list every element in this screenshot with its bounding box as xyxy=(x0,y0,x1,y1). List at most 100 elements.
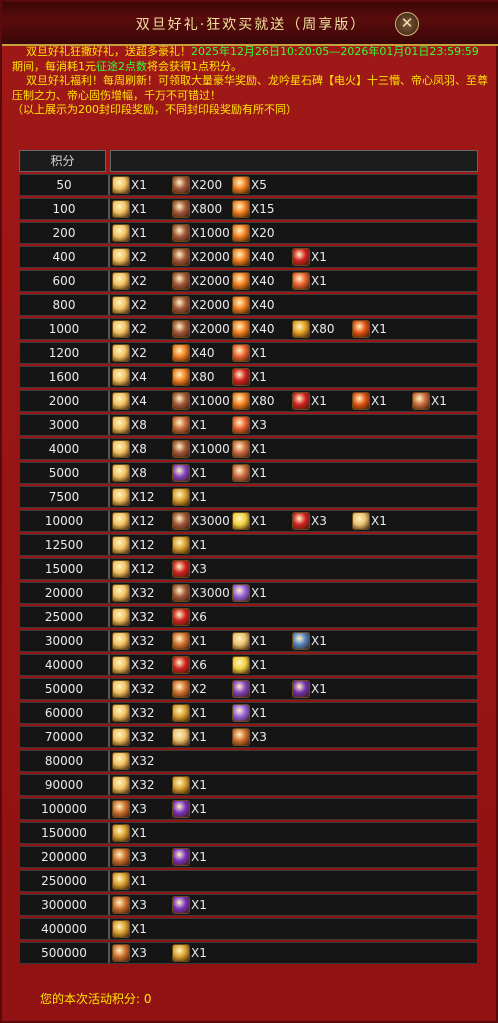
reward-item[interactable]: X1 xyxy=(232,656,267,674)
reward-item[interactable]: X3 xyxy=(112,944,147,962)
reward-item[interactable]: X3 xyxy=(112,848,147,866)
reward-item[interactable]: X6 xyxy=(172,656,207,674)
reward-item[interactable]: X80 xyxy=(172,368,215,386)
reward-item[interactable]: X2 xyxy=(112,296,147,314)
reward-item[interactable]: X2 xyxy=(172,680,207,698)
reward-item[interactable]: X20 xyxy=(232,224,275,242)
reward-item[interactable]: X32 xyxy=(112,704,155,722)
reward-item[interactable]: X1 xyxy=(352,320,387,338)
reward-item[interactable]: X2 xyxy=(112,272,147,290)
reward-item[interactable]: X1 xyxy=(232,680,267,698)
reward-item[interactable]: X1 xyxy=(172,632,207,650)
reward-item[interactable]: X3 xyxy=(232,728,267,746)
reward-item[interactable]: X1 xyxy=(232,512,267,530)
reward-item[interactable]: X1 xyxy=(172,776,207,794)
reward-item[interactable]: X1 xyxy=(292,272,327,290)
reward-item[interactable]: X200 xyxy=(172,176,222,194)
reward-item[interactable]: X1 xyxy=(232,344,267,362)
reward-item[interactable]: X1 xyxy=(232,440,267,458)
reward-item[interactable]: X2000 xyxy=(172,296,230,314)
close-button[interactable]: ✕ xyxy=(395,12,419,36)
reward-item[interactable]: X1 xyxy=(172,800,207,818)
reward-item[interactable]: X1 xyxy=(172,416,207,434)
reward-item[interactable]: X1 xyxy=(112,176,147,194)
reward-item[interactable]: X2000 xyxy=(172,248,230,266)
reward-item[interactable]: X32 xyxy=(112,584,155,602)
score-value: 0 xyxy=(143,992,152,1006)
reward-item[interactable]: X1 xyxy=(112,200,147,218)
reward-item[interactable]: X1 xyxy=(232,584,267,602)
reward-item[interactable]: X1 xyxy=(232,464,267,482)
reward-item[interactable]: X1000 xyxy=(172,440,230,458)
reward-item[interactable]: X1 xyxy=(172,536,207,554)
reward-item[interactable]: X1 xyxy=(172,848,207,866)
reward-item[interactable]: X2 xyxy=(112,248,147,266)
reward-item[interactable]: X1 xyxy=(292,632,327,650)
reward-item[interactable]: X2 xyxy=(112,344,147,362)
reward-item[interactable]: X8 xyxy=(112,416,147,434)
reward-item[interactable]: X1 xyxy=(112,824,147,842)
reward-item[interactable]: X1 xyxy=(232,368,267,386)
reward-item[interactable]: X1 xyxy=(412,392,447,410)
reward-item[interactable]: X12 xyxy=(112,536,155,554)
reward-item[interactable]: X1000 xyxy=(172,224,230,242)
reward-item[interactable]: X1 xyxy=(172,704,207,722)
reward-item[interactable]: X2 xyxy=(112,320,147,338)
reward-item[interactable]: X3000 xyxy=(172,512,230,530)
reward-item[interactable]: X12 xyxy=(112,560,155,578)
ticket-icon xyxy=(112,776,130,794)
reward-item[interactable]: X32 xyxy=(112,728,155,746)
reward-item[interactable]: X12 xyxy=(112,512,155,530)
reward-item[interactable]: X1 xyxy=(172,464,207,482)
reward-item[interactable]: X1 xyxy=(292,248,327,266)
reward-item[interactable]: X1 xyxy=(352,512,387,530)
reward-item[interactable]: X1 xyxy=(112,872,147,890)
reward-item[interactable]: X4 xyxy=(112,368,147,386)
reward-item[interactable]: X40 xyxy=(232,320,275,338)
reward-item[interactable]: X1 xyxy=(292,392,327,410)
reward-item[interactable]: X12 xyxy=(112,488,155,506)
reward-item[interactable]: X1 xyxy=(232,632,267,650)
sparkle-icon xyxy=(232,656,250,674)
reward-item[interactable]: X32 xyxy=(112,632,155,650)
reward-item[interactable]: X32 xyxy=(112,752,155,770)
reward-item[interactable]: X3 xyxy=(232,416,267,434)
reward-item[interactable]: X3000 xyxy=(172,584,230,602)
reward-item[interactable]: X80 xyxy=(232,392,275,410)
reward-item[interactable]: X1 xyxy=(172,488,207,506)
reward-item[interactable]: X1 xyxy=(112,920,147,938)
reward-item[interactable]: X1 xyxy=(172,896,207,914)
reward-table: 积分 50 X1 X200 X5 100 X1 X800 X15 200 X1 X1000 X20 40… xyxy=(19,150,478,966)
reward-item[interactable]: X15 xyxy=(232,200,275,218)
reward-item[interactable]: X32 xyxy=(112,776,155,794)
reward-item[interactable]: X6 xyxy=(172,608,207,626)
reward-item[interactable]: X1 xyxy=(172,944,207,962)
reward-item[interactable]: X32 xyxy=(112,680,155,698)
reward-item[interactable]: X4 xyxy=(112,392,147,410)
reward-item[interactable]: X1 xyxy=(232,704,267,722)
reward-item[interactable]: X32 xyxy=(112,656,155,674)
reward-item[interactable]: X40 xyxy=(172,344,215,362)
reward-item[interactable]: X1 xyxy=(352,392,387,410)
reward-item[interactable]: X3 xyxy=(112,800,147,818)
reward-item[interactable]: X2000 xyxy=(172,320,230,338)
reward-item[interactable]: X1000 xyxy=(172,392,230,410)
ticket-icon xyxy=(112,584,130,602)
reward-item[interactable]: X8 xyxy=(112,464,147,482)
reward-item[interactable]: X5 xyxy=(232,176,267,194)
reward-item[interactable]: X2000 xyxy=(172,272,230,290)
reward-item[interactable]: X1 xyxy=(172,728,207,746)
reward-item[interactable]: X40 xyxy=(232,272,275,290)
reward-item[interactable]: X3 xyxy=(172,560,207,578)
reward-item[interactable]: X3 xyxy=(292,512,327,530)
reward-item[interactable]: X40 xyxy=(232,296,275,314)
reward-item[interactable]: X40 xyxy=(232,248,275,266)
reward-item[interactable]: X3 xyxy=(112,896,147,914)
reward-item[interactable]: X32 xyxy=(112,608,155,626)
reward-item[interactable]: X8 xyxy=(112,440,147,458)
red-box-icon xyxy=(292,512,310,530)
reward-item[interactable]: X1 xyxy=(112,224,147,242)
reward-item[interactable]: X80 xyxy=(292,320,335,338)
reward-item[interactable]: X1 xyxy=(292,680,327,698)
reward-item[interactable]: X800 xyxy=(172,200,222,218)
